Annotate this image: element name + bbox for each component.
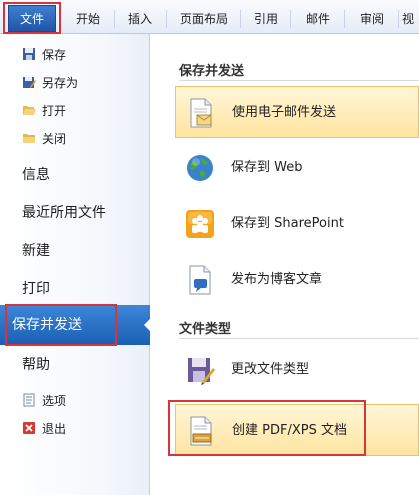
option-publish-blog[interactable]: 发布为博客文章 xyxy=(175,254,419,306)
pdf-document-icon xyxy=(185,415,217,447)
nav-exit[interactable]: 退出 xyxy=(22,420,66,438)
backstage-content-pane: 保存并发送 使用电子邮件发送 保存到 Web 保存到 SharePoint 发布… xyxy=(151,34,419,495)
nav-save-as-label: 另存为 xyxy=(42,76,79,90)
section-divider xyxy=(179,338,419,339)
open-folder-icon xyxy=(22,103,36,117)
option-publish-blog-label: 发布为博客文章 xyxy=(231,272,323,287)
option-save-to-sharepoint[interactable]: 保存到 SharePoint xyxy=(175,198,419,250)
nav-info[interactable]: 信息 xyxy=(22,164,50,186)
tab-mailings[interactable]: 邮件 xyxy=(296,0,340,34)
nav-save-and-send[interactable]: 保存并发送 xyxy=(0,305,151,345)
close-folder-icon xyxy=(22,131,36,145)
globe-icon xyxy=(184,152,216,184)
ribbon-tab-bar: 文件 开始 插入 页面布局 引用 邮件 审阅 视 xyxy=(0,0,419,34)
tab-insert[interactable]: 插入 xyxy=(118,0,162,34)
nav-save[interactable]: 保存 xyxy=(22,46,66,64)
exit-icon xyxy=(22,421,36,435)
option-change-file-type-label: 更改文件类型 xyxy=(231,362,310,377)
email-document-icon xyxy=(185,97,217,129)
tab-separator xyxy=(398,10,399,28)
nav-options-label: 选项 xyxy=(42,394,67,408)
option-create-pdf-xps-label: 创建 PDF/XPS 文档 xyxy=(232,423,347,438)
tab-separator xyxy=(290,10,291,28)
section-file-types-title: 文件类型 xyxy=(179,322,232,337)
tab-separator xyxy=(240,10,241,28)
nav-open-label: 打开 xyxy=(42,104,67,118)
save-icon xyxy=(22,47,36,61)
option-save-to-web-label: 保存到 Web xyxy=(231,160,303,175)
option-send-email-label: 使用电子邮件发送 xyxy=(232,105,337,120)
tab-page-layout[interactable]: 页面布局 xyxy=(172,0,236,34)
nav-open[interactable]: 打开 xyxy=(22,102,66,120)
tab-file[interactable]: 文件 xyxy=(8,5,56,32)
nav-recent[interactable]: 最近所用文件 xyxy=(22,202,106,224)
nav-help[interactable]: 帮助 xyxy=(22,354,50,376)
tab-separator xyxy=(114,10,115,28)
tab-view[interactable]: 视 xyxy=(402,0,419,34)
selected-pointer-arrow xyxy=(144,318,151,332)
nav-close-label: 关闭 xyxy=(42,132,67,146)
change-file-type-icon xyxy=(184,354,216,386)
option-save-to-sharepoint-label: 保存到 SharePoint xyxy=(231,216,344,231)
nav-save-label: 保存 xyxy=(42,48,67,62)
section-divider xyxy=(179,80,419,81)
nav-save-as[interactable]: 另存为 xyxy=(22,74,78,92)
nav-close[interactable]: 关闭 xyxy=(22,130,66,148)
backstage-nav: 保存 另存为 打开 关闭 信息 最近所用文件 新建 打印 保存并发送 帮助 选项… xyxy=(0,34,151,495)
nav-print[interactable]: 打印 xyxy=(22,278,50,300)
option-send-email[interactable]: 使用电子邮件发送 xyxy=(175,86,419,138)
tab-references[interactable]: 引用 xyxy=(246,0,286,34)
tab-home[interactable]: 开始 xyxy=(66,0,110,34)
nav-exit-label: 退出 xyxy=(42,422,67,436)
sharepoint-icon xyxy=(184,208,216,240)
tab-separator xyxy=(166,10,167,28)
nav-new[interactable]: 新建 xyxy=(22,240,50,262)
section-save-and-send-title: 保存并发送 xyxy=(179,64,245,79)
option-create-pdf-xps[interactable]: 创建 PDF/XPS 文档 xyxy=(175,404,419,456)
tab-review[interactable]: 审阅 xyxy=(350,0,394,34)
options-icon xyxy=(22,393,36,407)
blog-post-icon xyxy=(184,264,216,296)
tab-separator xyxy=(344,10,345,28)
save-as-icon xyxy=(22,75,36,89)
nav-options[interactable]: 选项 xyxy=(22,392,66,410)
nav-save-and-send-label: 保存并发送 xyxy=(12,317,82,333)
option-change-file-type[interactable]: 更改文件类型 xyxy=(175,344,419,396)
option-save-to-web[interactable]: 保存到 Web xyxy=(175,142,419,194)
